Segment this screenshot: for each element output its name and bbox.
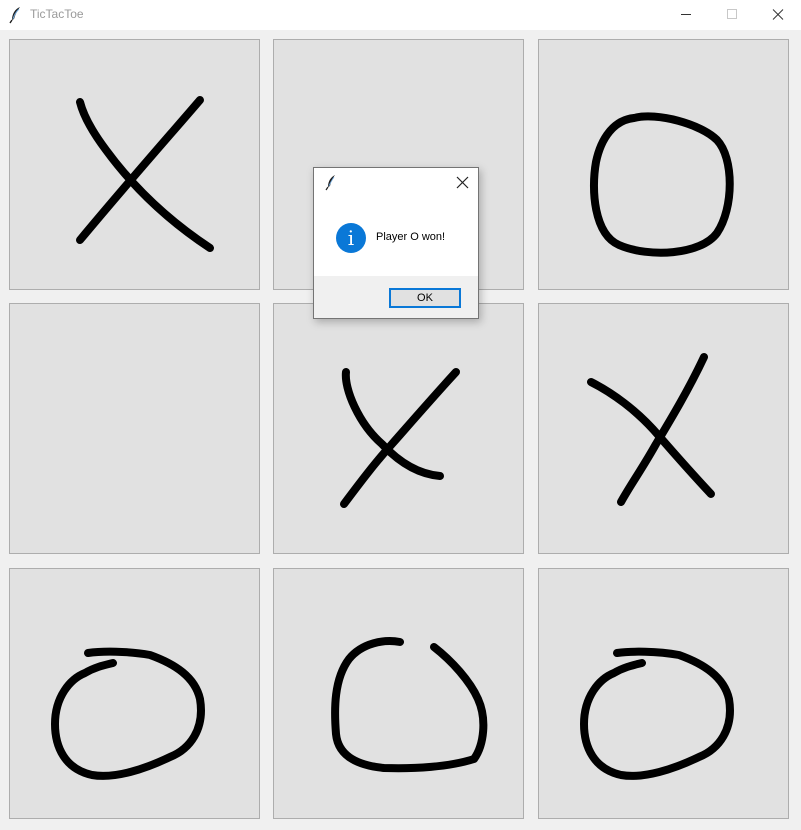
board-cell-2-3[interactable] xyxy=(538,303,789,554)
maximize-button[interactable] xyxy=(709,0,755,30)
info-dialog: i Player O won! OK xyxy=(313,167,479,319)
close-icon xyxy=(772,9,784,20)
o-mark xyxy=(331,637,488,773)
close-icon xyxy=(456,176,469,189)
game-board xyxy=(0,30,801,830)
board-cell-3-2[interactable] xyxy=(273,568,524,819)
window-title: TicTacToe xyxy=(30,7,84,21)
board-cell-1-1[interactable] xyxy=(9,39,260,290)
minimize-icon xyxy=(681,14,691,15)
ok-button[interactable]: OK xyxy=(389,288,461,308)
title-bar[interactable]: TicTacToe xyxy=(0,0,801,30)
board-cell-2-2[interactable] xyxy=(273,303,524,554)
o-mark xyxy=(590,112,734,257)
dialog-message: Player O won! xyxy=(376,231,446,243)
board-cell-3-3[interactable] xyxy=(538,568,789,819)
maximize-icon xyxy=(727,9,737,19)
feather-icon xyxy=(9,7,20,24)
dialog-footer: OK xyxy=(314,276,478,318)
feather-icon xyxy=(325,175,335,191)
dialog-close-button[interactable] xyxy=(453,173,473,193)
o-mark xyxy=(51,647,205,780)
x-mark xyxy=(587,353,715,506)
app-window: TicTacToe i Player O won! OK xyxy=(0,0,801,830)
o-mark xyxy=(580,647,734,780)
board-cell-1-3[interactable] xyxy=(538,39,789,290)
info-icon: i xyxy=(336,223,366,253)
board-cell-3-1[interactable] xyxy=(9,568,260,819)
minimize-button[interactable] xyxy=(663,0,709,30)
x-mark xyxy=(76,96,214,252)
close-button[interactable] xyxy=(755,0,801,30)
board-cell-2-1[interactable] xyxy=(9,303,260,554)
x-mark xyxy=(340,368,460,508)
